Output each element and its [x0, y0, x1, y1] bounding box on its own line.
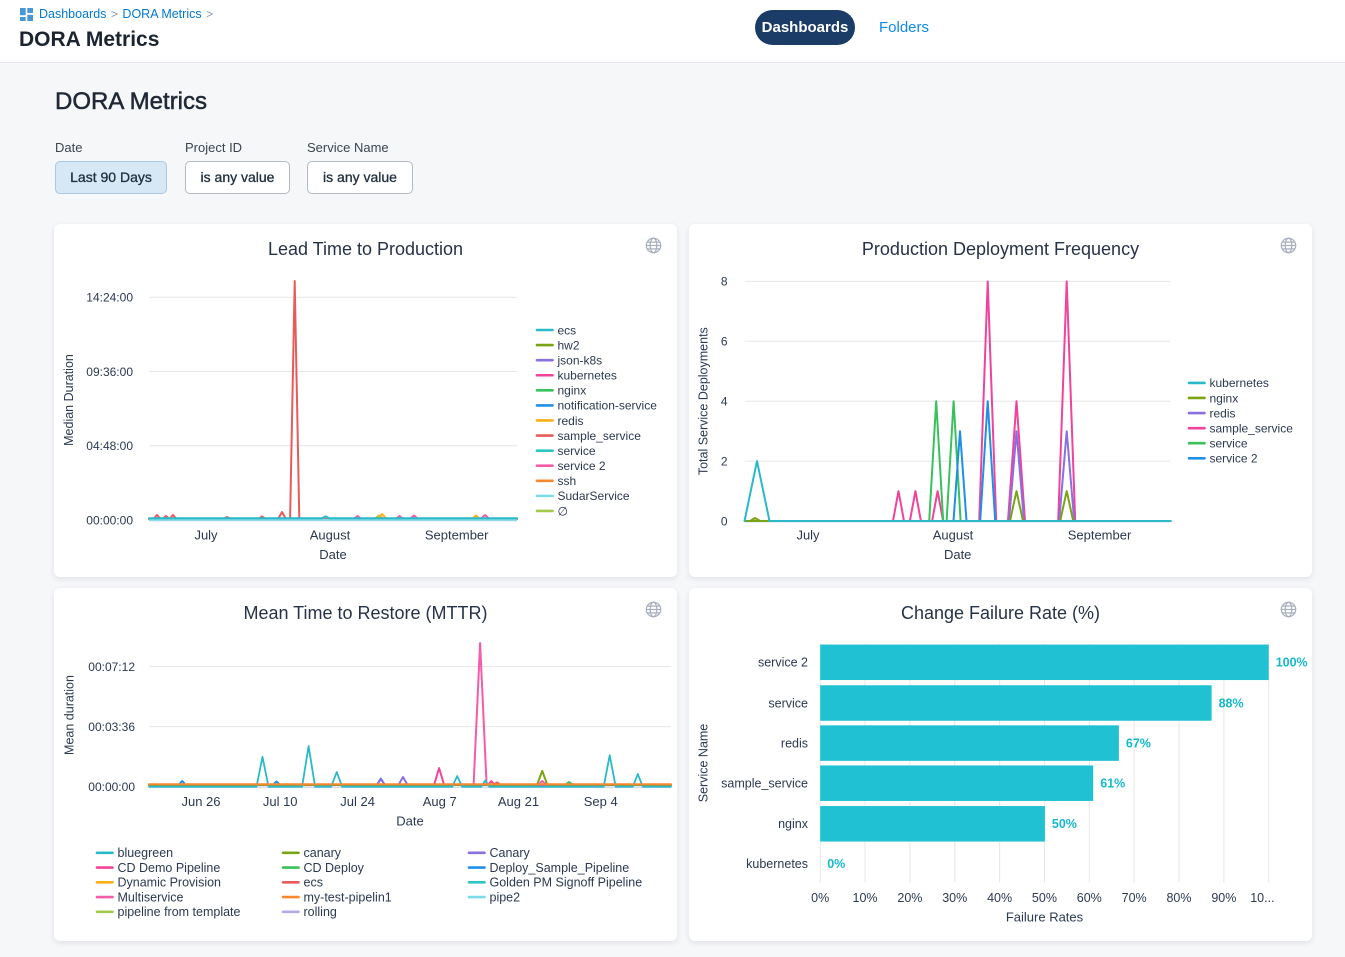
svg-text:00:03:36: 00:03:36 [88, 720, 135, 734]
svg-text:Golden PM Signoff Pipeline: Golden PM Signoff Pipeline [490, 876, 643, 890]
svg-text:Canary: Canary [490, 846, 531, 860]
svg-text:Service Name: Service Name [697, 724, 711, 803]
svg-text:service 2: service 2 [758, 656, 808, 670]
svg-text:canary: canary [304, 846, 342, 860]
svg-text:Production Deployment Frequenc: Production Deployment Frequency [862, 239, 1139, 259]
svg-text:Dynamic Provision: Dynamic Provision [118, 876, 222, 890]
svg-text:40%: 40% [987, 891, 1012, 905]
svg-text:∅: ∅ [558, 504, 568, 518]
svg-text:Sep 4: Sep 4 [584, 794, 618, 809]
svg-text:nginx: nginx [778, 817, 809, 831]
svg-text:Date: Date [944, 547, 971, 562]
svg-text:September: September [1068, 528, 1132, 543]
svg-text:70%: 70% [1122, 891, 1147, 905]
svg-text:67%: 67% [1126, 736, 1151, 750]
svg-text:July: July [796, 528, 820, 543]
svg-text:60%: 60% [1077, 891, 1102, 905]
svg-text:ssh: ssh [558, 474, 577, 488]
svg-text:2: 2 [721, 454, 728, 468]
svg-text:4: 4 [721, 395, 728, 409]
svg-text:0%: 0% [827, 857, 845, 871]
svg-text:redis: redis [1210, 406, 1236, 420]
svg-text:Mean duration: Mean duration [63, 675, 77, 755]
svg-text:00:07:12: 00:07:12 [88, 660, 135, 674]
svg-text:json-k8s: json-k8s [557, 353, 603, 367]
svg-text:88%: 88% [1219, 696, 1244, 710]
svg-text:sample_service: sample_service [558, 429, 642, 443]
svg-text:redis: redis [781, 736, 808, 750]
svg-text:8: 8 [721, 275, 728, 289]
svg-text:80%: 80% [1166, 891, 1191, 905]
svg-text:Date: Date [319, 547, 346, 562]
svg-text:00:00:00: 00:00:00 [86, 513, 133, 527]
svg-text:ecs: ecs [304, 876, 323, 890]
svg-text:sample_service: sample_service [721, 777, 808, 791]
svg-text:Multiservice: Multiservice [118, 890, 184, 904]
svg-text:kubernetes: kubernetes [1210, 376, 1269, 390]
svg-text:09:36:00: 09:36:00 [86, 365, 133, 379]
svg-text:kubernetes: kubernetes [558, 369, 617, 383]
svg-text:bluegreen: bluegreen [118, 846, 174, 860]
svg-text:rolling: rolling [304, 905, 337, 919]
svg-text:hw2: hw2 [558, 338, 580, 352]
svg-text:Failure Rates: Failure Rates [1006, 910, 1084, 925]
svg-text:service: service [768, 696, 808, 710]
svg-text:50%: 50% [1032, 891, 1057, 905]
svg-text:Total Service Deployments: Total Service Deployments [697, 327, 711, 475]
svg-text:Jul 24: Jul 24 [340, 794, 375, 809]
svg-text:CD Deploy: CD Deploy [304, 861, 365, 875]
svg-text:SudarService: SudarService [558, 489, 630, 503]
svg-text:Median Duration: Median Duration [62, 354, 76, 446]
svg-text:kubernetes: kubernetes [746, 857, 808, 871]
svg-text:Jul 10: Jul 10 [263, 794, 298, 809]
svg-text:pipeline from template: pipeline from template [118, 905, 241, 919]
svg-text:Lead Time to Production: Lead Time to Production [268, 239, 463, 259]
svg-text:August: August [933, 528, 974, 543]
svg-text:July: July [194, 528, 218, 543]
svg-text:September: September [425, 528, 489, 543]
svg-text:service 2: service 2 [1210, 452, 1258, 466]
svg-text:30%: 30% [942, 891, 967, 905]
svg-text:ecs: ecs [558, 323, 577, 337]
svg-text:nginx: nginx [1210, 391, 1239, 405]
svg-text:10%: 10% [853, 891, 878, 905]
svg-text:nginx: nginx [558, 384, 587, 398]
svg-text:90%: 90% [1211, 891, 1236, 905]
svg-text:notification-service: notification-service [558, 399, 658, 413]
svg-text:Change Failure Rate (%): Change Failure Rate (%) [901, 603, 1100, 623]
svg-text:pipe2: pipe2 [490, 890, 521, 904]
svg-text:Jun 26: Jun 26 [181, 794, 220, 809]
svg-text:61%: 61% [1100, 777, 1125, 791]
svg-text:00:00:00: 00:00:00 [88, 780, 135, 794]
svg-text:10...: 10... [1250, 891, 1274, 905]
svg-text:6: 6 [721, 335, 728, 349]
svg-text:Date: Date [396, 814, 423, 829]
svg-text:20%: 20% [897, 891, 922, 905]
svg-text:service: service [558, 444, 596, 458]
svg-text:service: service [1210, 437, 1248, 451]
svg-text:14:24:00: 14:24:00 [86, 291, 133, 305]
svg-text:Aug 21: Aug 21 [498, 794, 539, 809]
svg-text:0%: 0% [811, 891, 829, 905]
svg-text:100%: 100% [1276, 656, 1308, 670]
svg-text:service 2: service 2 [558, 459, 606, 473]
svg-text:Deploy_Sample_Pipeline: Deploy_Sample_Pipeline [490, 861, 630, 875]
svg-text:my-test-pipelin1: my-test-pipelin1 [304, 890, 392, 904]
svg-text:04:48:00: 04:48:00 [86, 439, 133, 453]
svg-text:August: August [310, 528, 351, 543]
svg-text:sample_service: sample_service [1210, 421, 1294, 435]
svg-text:CD Demo Pipeline: CD Demo Pipeline [118, 861, 221, 875]
svg-text:Aug 7: Aug 7 [423, 794, 457, 809]
svg-text:redis: redis [558, 414, 584, 428]
svg-text:Mean Time to Restore (MTTR): Mean Time to Restore (MTTR) [243, 603, 487, 623]
svg-text:0: 0 [721, 514, 728, 528]
svg-text:50%: 50% [1052, 817, 1077, 831]
